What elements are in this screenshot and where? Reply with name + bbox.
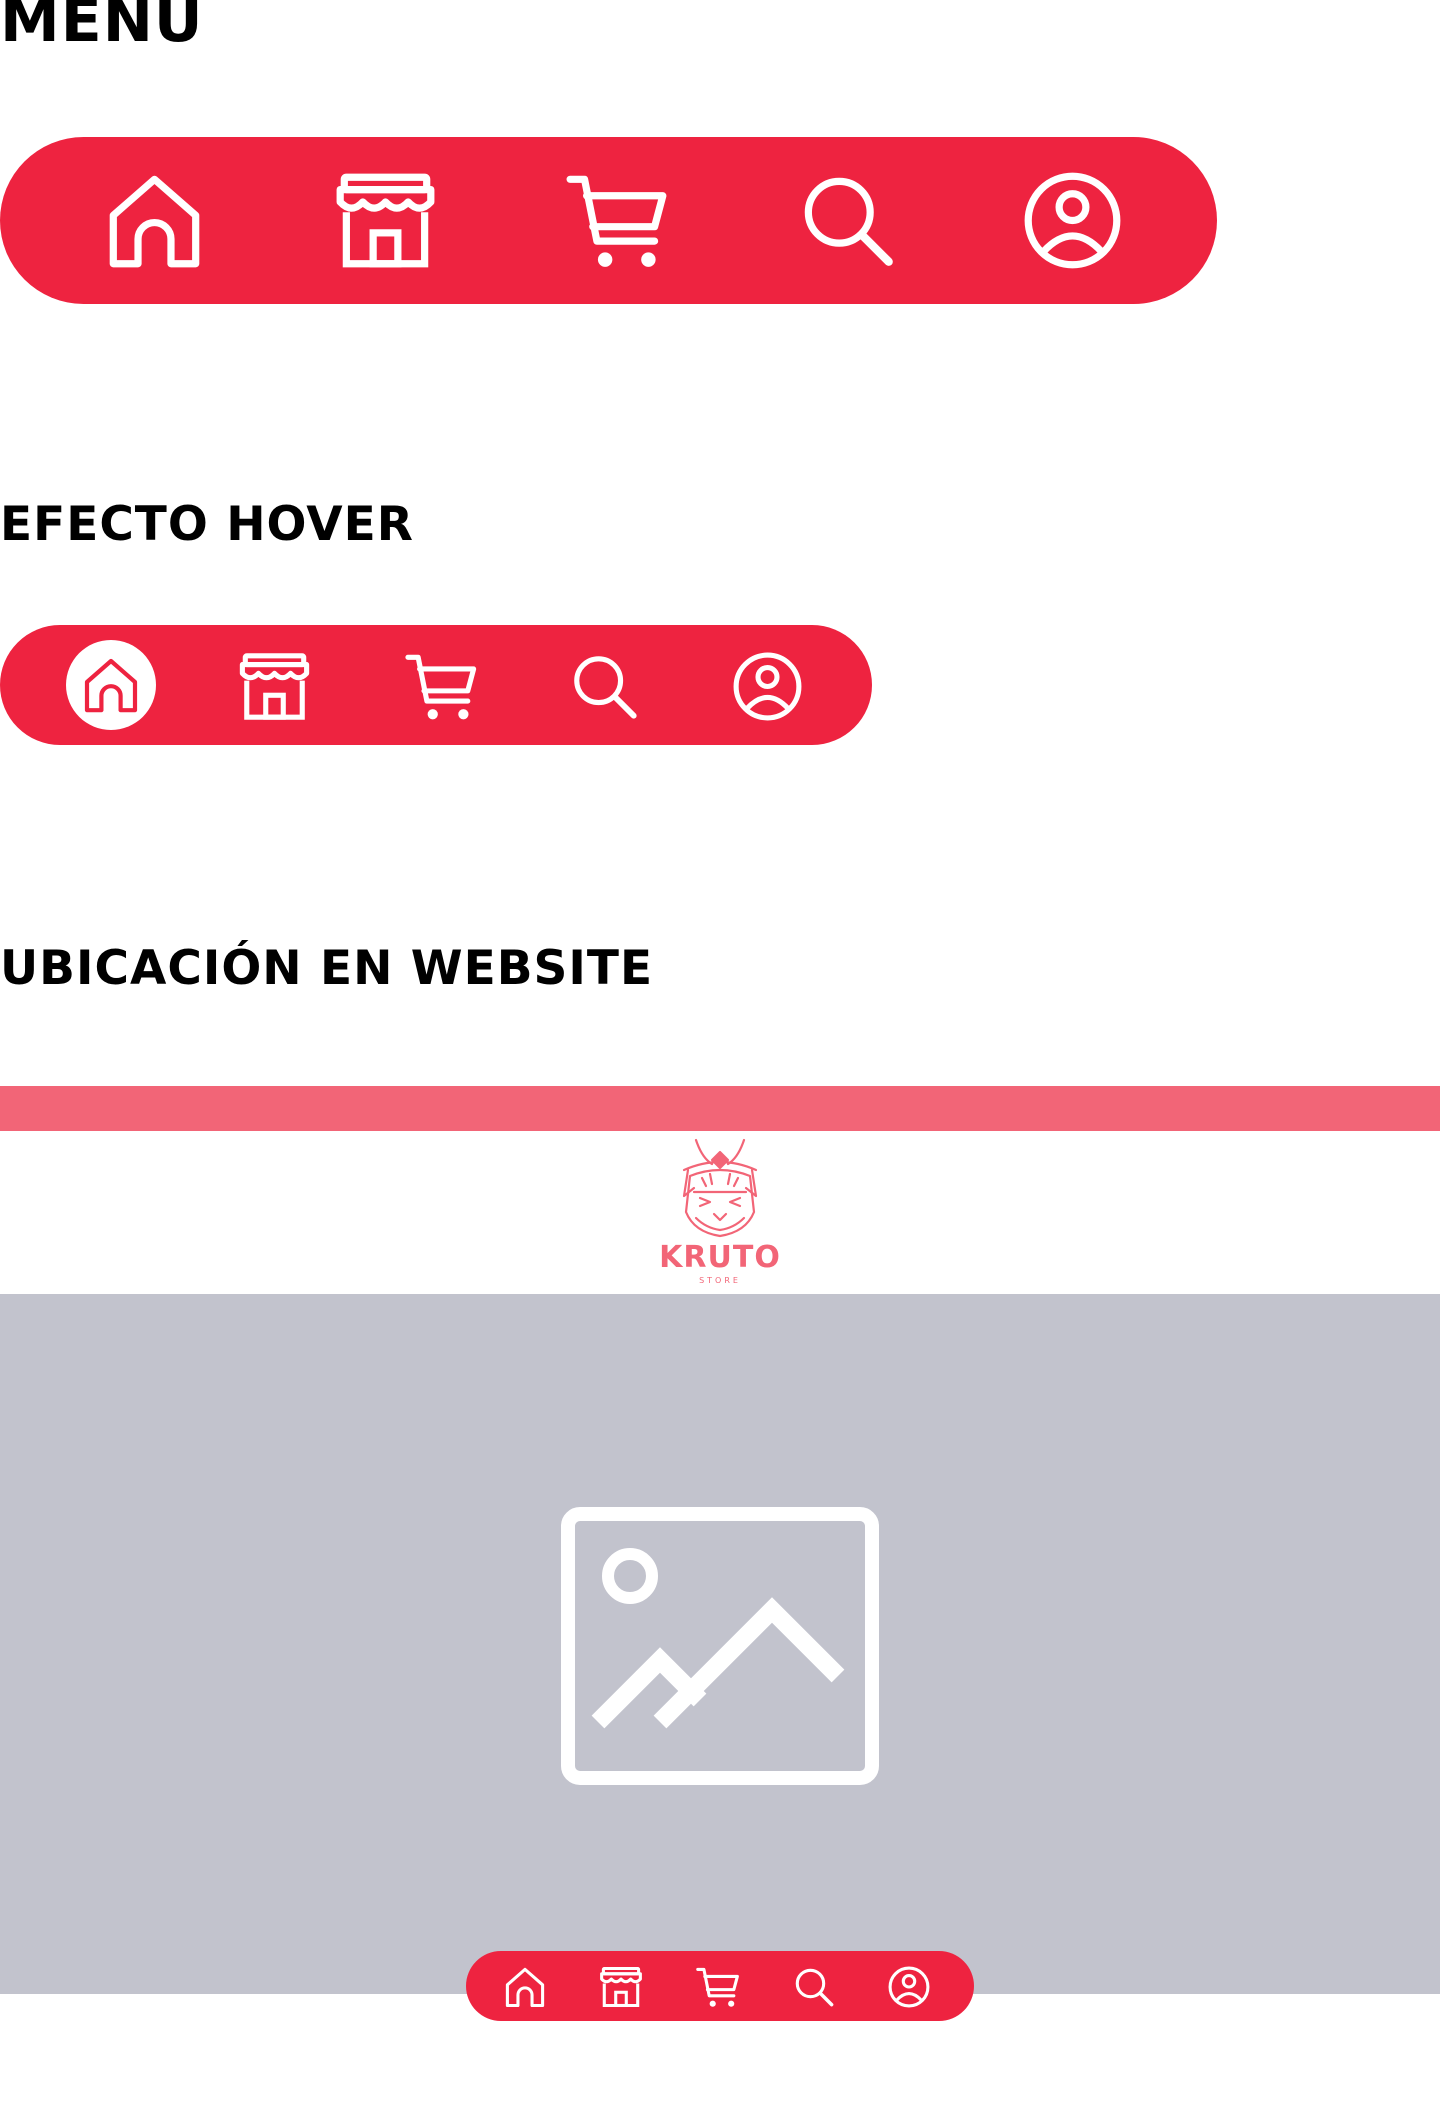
user-icon[interactable] (731, 650, 804, 723)
bottom-nav-hover (0, 625, 872, 745)
cart-icon[interactable] (696, 1965, 740, 2009)
search-icon[interactable] (568, 650, 641, 723)
bottom-nav-menu (0, 137, 1217, 304)
hero-image-placeholder (0, 1294, 1440, 1994)
section-title-hover: EFECTO HOVER (0, 497, 414, 552)
search-icon[interactable] (796, 169, 899, 272)
samurai-cat-logo-icon (682, 1138, 758, 1238)
logo-subtext: STORE (699, 1276, 741, 1285)
section-title-menu: MENU (0, 0, 204, 56)
store-icon[interactable] (334, 169, 437, 272)
cart-icon[interactable] (405, 650, 478, 723)
website-top-bar (0, 1086, 1440, 1131)
logo-text: KRUTO (659, 1240, 781, 1275)
home-icon[interactable] (503, 1965, 547, 2009)
home-icon[interactable] (81, 655, 141, 715)
cart-icon[interactable] (566, 169, 669, 272)
user-icon[interactable] (1021, 169, 1124, 272)
home-icon[interactable] (103, 169, 206, 272)
section-title-website: UBICACIÓN EN WEBSITE (0, 941, 654, 996)
kruto-store-logo[interactable]: KRUTO STORE (650, 1136, 790, 1286)
search-icon[interactable] (792, 1965, 836, 2009)
store-icon[interactable] (599, 1965, 643, 2009)
image-placeholder-icon (561, 1507, 879, 1785)
store-icon[interactable] (238, 650, 311, 723)
bottom-nav-website (466, 1951, 974, 2021)
user-icon[interactable] (887, 1965, 931, 2009)
